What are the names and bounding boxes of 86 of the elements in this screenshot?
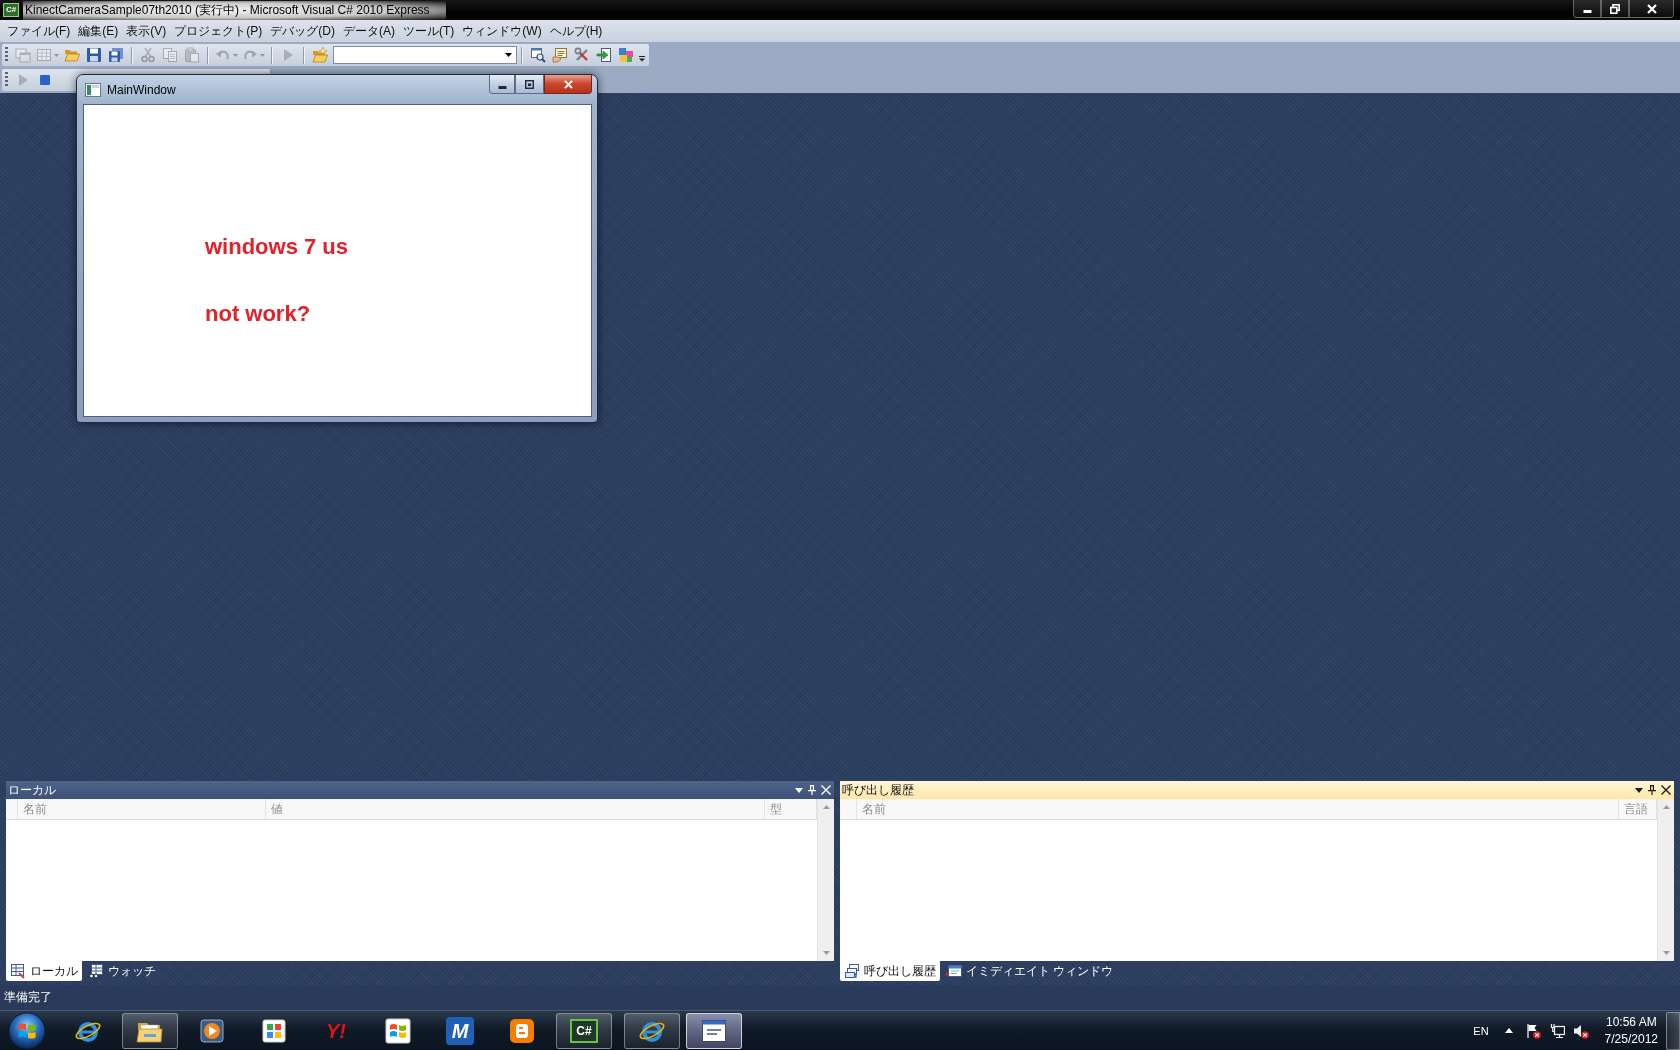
caret-icon[interactable]	[505, 53, 512, 57]
window-title: KinectCameraSample07th2010 (実行中) - Microsoft Visual C# 2010 Express	[23, 0, 446, 20]
menu-item[interactable]: データ(A)	[339, 22, 399, 40]
four-pane-flag-icon	[384, 1016, 412, 1045]
column-header: 名前	[857, 799, 1619, 819]
toolbar-grip[interactable]	[5, 72, 8, 88]
panel-tab[interactable]: ウォッチ	[84, 961, 160, 981]
taskbar-button[interactable]: Y!	[308, 1012, 364, 1049]
color-blocks-icon	[618, 47, 634, 63]
monitor-icon[interactable]	[1548, 1022, 1565, 1039]
show-desktop-button[interactable]	[1666, 1011, 1680, 1050]
menu-item[interactable]: 表示(V)	[122, 22, 171, 40]
close-icon	[1646, 3, 1657, 14]
speaker-icon[interactable]	[1572, 1022, 1589, 1039]
panel-title: ローカル	[8, 781, 56, 799]
wrench-screwdriver-icon	[574, 47, 590, 63]
taskbar-button[interactable]	[122, 1012, 178, 1049]
rounded-tile-icon	[508, 1016, 536, 1045]
clipboard-icon	[184, 47, 200, 63]
restore-button[interactable]	[1601, 0, 1629, 18]
combo-field[interactable]	[333, 46, 517, 64]
caret-icon[interactable]	[1635, 787, 1643, 793]
app-logo: Y!	[325, 1018, 347, 1043]
minimize-icon	[497, 86, 507, 89]
menu-item[interactable]: ヘルプ(H)	[545, 22, 607, 40]
flag-icon[interactable]	[1524, 1022, 1541, 1039]
panel-tab[interactable]: イミディエイト ウィンドウ	[942, 961, 1118, 981]
maximize-icon	[525, 79, 534, 89]
property-sheet-icon	[552, 47, 568, 63]
caret-icon[interactable]	[795, 787, 803, 793]
menu-item[interactable]: ウィンドウ(W)	[458, 22, 546, 40]
status-text: 準備完了	[4, 989, 52, 1006]
panel-title: 呼び出し履歴	[842, 781, 914, 799]
clock[interactable]: 10:56 AM 7/25/2012	[1604, 1013, 1658, 1048]
color-squares-icon	[260, 1016, 288, 1045]
pages-icon	[162, 47, 178, 63]
app-logo: C#	[3, 3, 19, 17]
magnifier-window-icon	[530, 47, 546, 63]
folder-star-icon	[312, 47, 328, 63]
grid-glasses-icon	[88, 963, 104, 979]
panel-tab[interactable]: 呼び出し履歴	[840, 961, 940, 981]
folder-icon	[64, 47, 80, 63]
message-text: not work?	[205, 300, 311, 328]
minimize-icon	[1582, 10, 1592, 13]
taskbar-button[interactable]: C#	[556, 1012, 612, 1049]
maximize-button[interactable]	[515, 75, 544, 94]
menu-item[interactable]: プロジェクト(P)	[170, 22, 267, 40]
window-stack-icon	[15, 47, 31, 63]
column-header: 値	[266, 799, 765, 819]
window-title: MainWindow	[107, 82, 176, 97]
pin-icon[interactable]	[1648, 785, 1656, 795]
menu-item[interactable]: ファイル(F)	[3, 22, 75, 40]
panel-tab[interactable]: ローカル	[6, 961, 82, 981]
clock-time: 10:56 AM	[1605, 1013, 1657, 1031]
taskbar-button[interactable]: M	[432, 1012, 488, 1049]
stacked-frames-icon	[844, 963, 860, 979]
window-pointer-icon	[946, 963, 962, 979]
menu-item[interactable]: ツール(T)	[399, 22, 459, 40]
toolbar-grip[interactable]	[5, 47, 8, 63]
arrow-in-frame-icon	[596, 47, 612, 63]
app-logo: M	[446, 1016, 474, 1045]
grid-arrow-icon	[10, 963, 26, 979]
app-logo: C#	[570, 1018, 598, 1043]
floppy-icon	[86, 47, 102, 63]
grid-icon	[36, 47, 52, 63]
scissors-icon	[140, 47, 156, 63]
message-text: windows 7 us	[205, 233, 349, 261]
show-hidden-icons-icon[interactable]	[1504, 1028, 1513, 1033]
taskbar-button[interactable]	[686, 1012, 742, 1049]
close-icon[interactable]	[1661, 785, 1671, 795]
minimize-button[interactable]	[489, 75, 515, 94]
start-orb-icon	[8, 1011, 46, 1050]
menu-item[interactable]: デバッグ(D)	[266, 22, 339, 40]
stop-icon	[37, 72, 53, 88]
window-icon	[85, 82, 101, 97]
chevron-icon	[639, 54, 645, 62]
floppies-icon	[108, 47, 124, 63]
clock-date: 7/25/2012	[1604, 1030, 1658, 1048]
taskbar-button[interactable]	[624, 1012, 680, 1049]
language-indicator[interactable]: EN	[1473, 1024, 1489, 1037]
play-tile-icon	[198, 1016, 226, 1045]
restore-icon	[1610, 3, 1620, 14]
close-icon	[563, 79, 573, 89]
menu-item[interactable]: 編集(E)	[74, 22, 123, 40]
column-header: 名前	[18, 799, 266, 819]
close-button[interactable]	[544, 75, 592, 94]
